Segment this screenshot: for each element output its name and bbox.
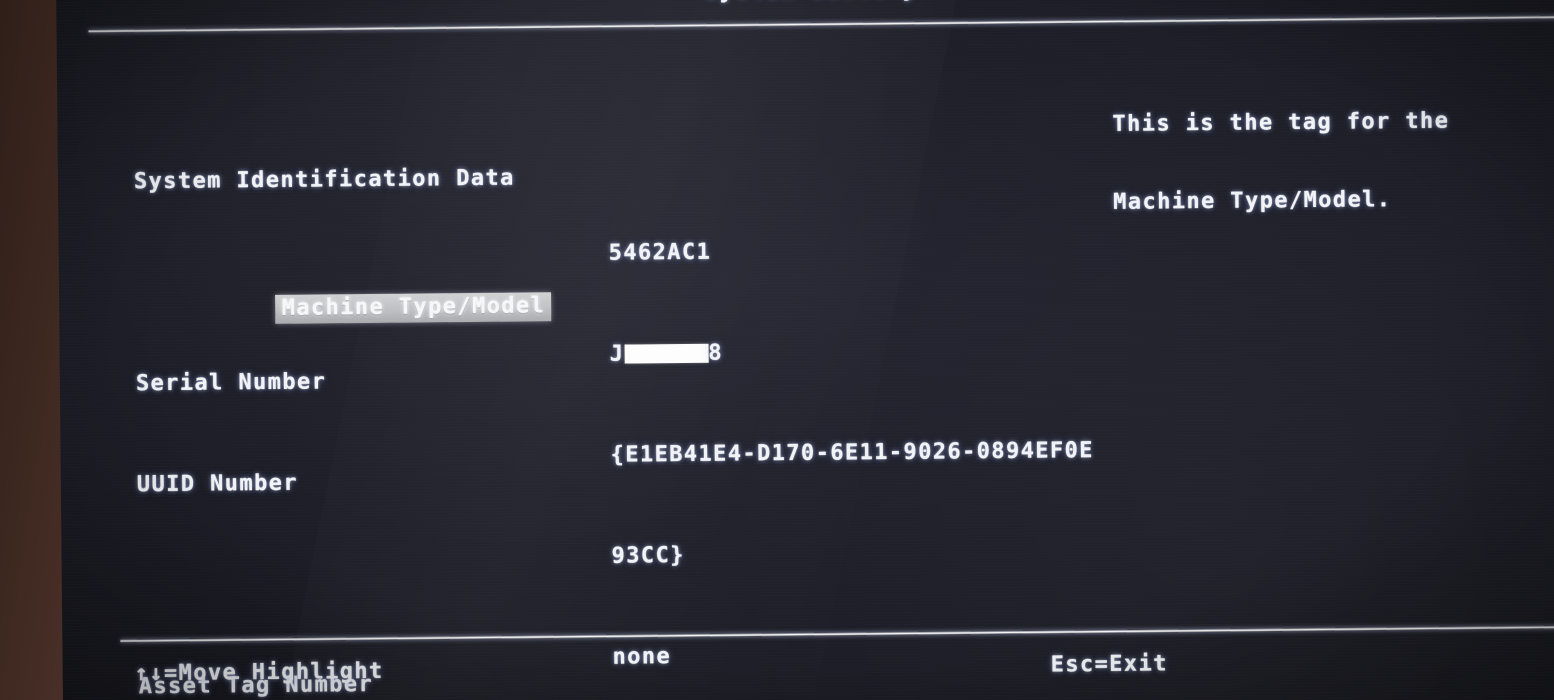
value-asset-tag-number: none bbox=[612, 644, 672, 670]
help-text-line2: Machine Type/Model. bbox=[1113, 187, 1392, 215]
bios-setup-screen: System Summary System Identification Dat… bbox=[56, 0, 1554, 700]
settings-value-column: 5462AC1 J8 {E1EB41E4-D170-6E11-9026-0894… bbox=[607, 60, 1107, 700]
value-serial-number: J8 bbox=[609, 340, 724, 367]
value-uuid-number-line1: {E1EB41E4-D170-6E11-9026-0894EF0E bbox=[610, 438, 1095, 468]
spacer-uuid-wrap bbox=[126, 569, 554, 599]
help-pane: This is the tag for the Machine Type/Mod… bbox=[1112, 57, 1451, 268]
key-hint-move-highlight: ↑↓=Move Highlight bbox=[134, 658, 384, 687]
page-title: System Summary bbox=[56, 0, 1554, 10]
settings-label-column: System Identification Data Machine Type/… bbox=[121, 65, 568, 700]
value-machine-type-model: 5462AC1 bbox=[608, 239, 712, 266]
selected-row-highlight: Machine Type/Model bbox=[275, 292, 552, 324]
menu-item-serial-number[interactable]: Serial Number bbox=[124, 367, 552, 397]
header-divider bbox=[88, 15, 1554, 33]
value-uuid-number-line2: 93CC} bbox=[611, 542, 685, 569]
help-text-line1: This is the tag for the bbox=[1112, 108, 1450, 137]
value-spacer-heading-0 bbox=[608, 135, 1092, 166]
section-heading-system-identification: System Identification Data bbox=[133, 165, 515, 195]
menu-item-uuid-number[interactable]: UUID Number bbox=[125, 468, 553, 498]
serial-number-redaction-box bbox=[624, 343, 709, 364]
key-hint-esc-exit: Esc=Exit bbox=[1050, 651, 1168, 678]
photograph-of-bios-screen: System Summary System Identification Dat… bbox=[0, 0, 1554, 700]
menu-item-machine-type-model[interactable]: Machine Type/Model bbox=[123, 266, 552, 324]
